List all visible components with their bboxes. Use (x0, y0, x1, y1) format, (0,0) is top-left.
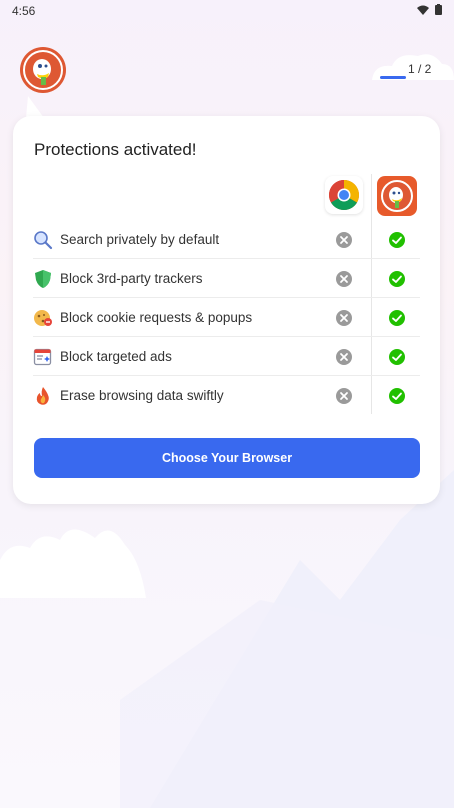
wifi-icon (417, 5, 429, 15)
card-title: Protections activated! (34, 140, 197, 159)
feature-label: Search privately by default (60, 232, 220, 247)
feature-row: Erase browsing data swiftly (33, 376, 420, 415)
chrome-icon (328, 180, 360, 211)
fire-icon (36, 387, 49, 405)
shield-icon (35, 270, 51, 288)
duckduckgo-icon (381, 180, 413, 212)
check-circle-icon (389, 310, 405, 326)
x-circle-icon (336, 349, 352, 365)
feature-row: Block cookie requests & popups (33, 298, 420, 337)
feature-row: Block 3rd-party trackers (33, 259, 420, 298)
feature-row: Block targeted ads (33, 337, 420, 376)
check-circle-icon (389, 349, 405, 365)
chrome-column-header (325, 176, 363, 214)
ad-block-icon (33, 348, 52, 366)
feature-label: Erase browsing data swiftly (60, 388, 224, 403)
check-circle-icon (389, 388, 405, 404)
choose-your-browser-button[interactable]: Choose Your Browser (34, 438, 420, 478)
feature-label: Block targeted ads (60, 349, 172, 364)
check-circle-icon (389, 232, 405, 248)
battery-icon (435, 4, 442, 15)
x-circle-icon (336, 310, 352, 326)
status-icons (417, 4, 442, 15)
feature-row: Search privately by default (33, 220, 420, 259)
duckduckgo-logo-icon (20, 47, 66, 93)
feature-label: Block 3rd-party trackers (60, 271, 203, 286)
feature-label: Block cookie requests & popups (60, 310, 253, 325)
status-time: 4:56 (12, 4, 36, 18)
status-bar: 4:56 (0, 0, 454, 22)
cookie-icon (34, 310, 52, 326)
progress-bar (380, 76, 406, 79)
duckduckgo-column-header (377, 176, 417, 216)
check-circle-icon (389, 271, 405, 287)
page-indicator: 1 / 2 (408, 62, 432, 76)
x-circle-icon (336, 271, 352, 287)
magnifier-icon (34, 231, 53, 250)
speech-bubble-tail (26, 96, 44, 118)
comparison-card: Protections activated! Search privately … (13, 116, 440, 504)
progress-track (406, 76, 436, 79)
x-circle-icon (336, 232, 352, 248)
x-circle-icon (336, 388, 352, 404)
